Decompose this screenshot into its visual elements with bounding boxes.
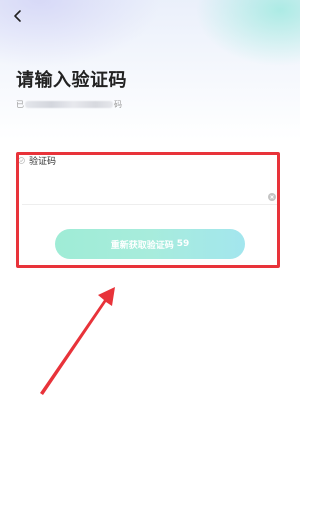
masked-phone-number [25,100,113,108]
check-icon [18,157,25,164]
resend-code-button[interactable]: 重新获取验证码 59 [55,229,245,259]
countdown-seconds: 59 [176,239,190,249]
resend-button-label: 重新获取验证码 [110,240,174,251]
chevron-left-icon [14,10,21,22]
back-button[interactable] [6,4,30,28]
sent-info: 已 码 [16,97,122,111]
page-title: 请输入验证码 [16,70,127,91]
sent-suffix: 码 [114,99,122,109]
verification-code-input[interactable] [22,178,258,200]
sent-prefix: 已 [16,99,24,109]
input-underline [22,204,278,205]
code-label-text: 验证码 [29,157,57,167]
clear-icon[interactable] [268,186,276,201]
code-field-label: 验证码 [18,154,56,167]
